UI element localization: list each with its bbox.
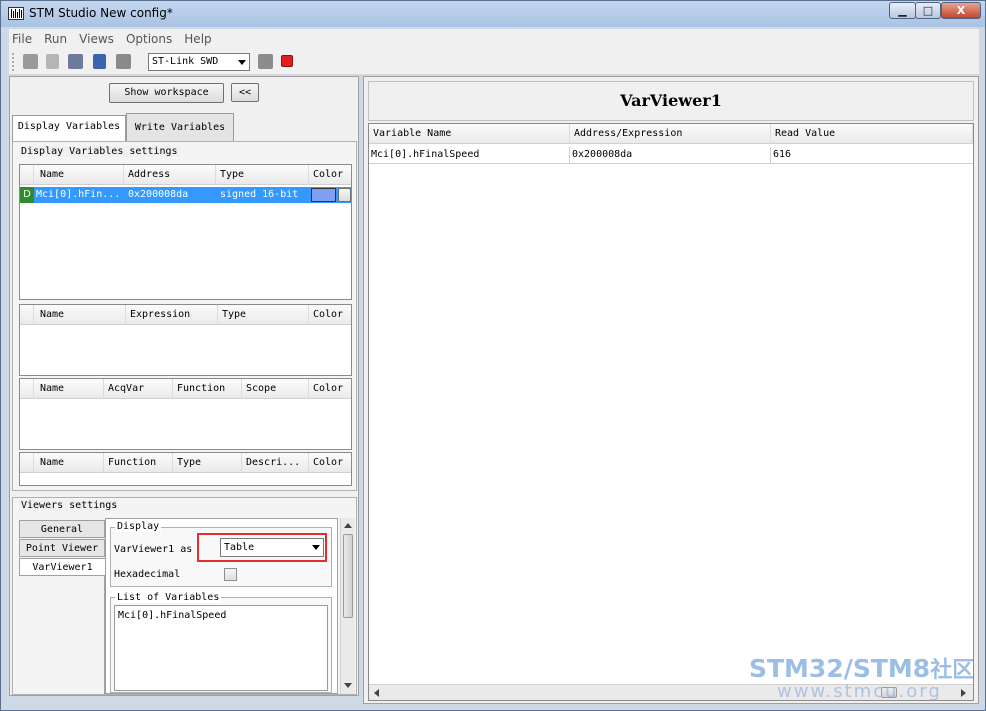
variables-list[interactable]: Mci[0].hFinalSpeed [114, 605, 328, 691]
menu-run[interactable]: Run [41, 29, 70, 49]
col-name[interactable]: Name [34, 305, 126, 325]
col-expression[interactable]: Expression [126, 305, 218, 325]
viewer-tab-varviewer1[interactable]: VarViewer1 [19, 558, 105, 576]
table-row[interactable]: D Mci[0].hFin... 0x200008da signed 16-bi… [20, 187, 351, 203]
watermark-url: www.stmcu.org [777, 681, 942, 702]
col-name[interactable]: Name [34, 379, 104, 399]
variables-list-group: List of Variables Mci[0].hFinalSpeed [110, 592, 332, 693]
probe-select-value: ST-Link SWD [152, 56, 219, 67]
col-name[interactable]: Name [34, 165, 124, 185]
scroll-down-icon[interactable] [344, 683, 352, 688]
open-folder-icon[interactable] [23, 54, 38, 69]
viewers-settings-panel: Viewers settings General Point Viewer Va… [12, 497, 357, 695]
scroll-up-icon[interactable] [344, 523, 352, 528]
row-name: Mci[0].hFin... [36, 189, 121, 200]
col-name[interactable]: Name [34, 453, 104, 473]
viewers-settings-label: Viewers settings [19, 500, 120, 511]
col-acqvar[interactable]: AcqVar [104, 379, 173, 399]
app-window: STM Studio New config* ▁ □ X File Run Vi… [0, 0, 986, 711]
watermark-logo: STM32/STM8社区 [749, 654, 975, 683]
col-color[interactable]: Color [309, 453, 351, 473]
row-read-value: 616 [773, 149, 792, 160]
col-type[interactable]: Type [216, 165, 309, 185]
view-as-select[interactable]: Table [220, 538, 324, 557]
col-type[interactable]: Type [218, 305, 309, 325]
col-read-value[interactable]: Read Value [771, 124, 973, 144]
viewer-table: Variable Name Address/Expression Read Va… [368, 123, 974, 701]
maximize-button[interactable]: □ [915, 2, 941, 19]
col-function[interactable]: Function [173, 379, 242, 399]
function-table: Name Function Type Descri... Color [19, 452, 352, 486]
col-type[interactable]: Type [173, 453, 242, 473]
scroll-thumb[interactable] [343, 534, 353, 618]
col-address[interactable]: Address [124, 165, 216, 185]
display-variables-panel: Display Variables settings Name Address … [12, 141, 357, 491]
varviewer-panel: VarViewer1 Variable Name Address/Express… [363, 76, 979, 704]
col-color[interactable]: Color [309, 379, 351, 399]
export-icon[interactable] [116, 54, 131, 69]
row-address: 0x200008da [128, 189, 189, 200]
col-color[interactable]: Color [309, 165, 351, 185]
menu-file[interactable]: File [9, 29, 35, 49]
row-address: 0x200008da [570, 147, 771, 163]
view-as-label: VarViewer1 as [114, 544, 193, 555]
viewer-settings-scrollbar[interactable] [340, 518, 355, 694]
menu-bar: File Run Views Options Help [9, 29, 979, 49]
col-color[interactable]: Color [309, 305, 351, 325]
variables-table: Name Address Type Color D Mci[0].hFin...… [19, 164, 352, 300]
acquisition-table: Name AcqVar Function Scope Color [19, 378, 352, 450]
title-bar: STM Studio New config* ▁ □ X [1, 1, 985, 27]
close-button[interactable]: X [941, 2, 981, 19]
list-item[interactable]: Mci[0].hFinalSpeed [116, 608, 226, 624]
col-variable-name[interactable]: Variable Name [369, 124, 570, 144]
tab-display-variables[interactable]: Display Variables [12, 115, 126, 141]
workspace-panel: Show workspace << Display Variables Writ… [9, 76, 359, 696]
probe-select[interactable]: ST-Link SWD [148, 53, 250, 71]
save-all-icon[interactable] [68, 54, 83, 69]
toolbar-grip[interactable] [12, 53, 16, 71]
color-picker-button[interactable] [338, 188, 351, 202]
viewer-settings-content: Display VarViewer1 as Table Hexadecimal … [105, 518, 338, 694]
viewer-title: VarViewer1 [368, 81, 974, 121]
app-logo-icon [8, 7, 24, 20]
viewer-tab-general[interactable]: General [19, 520, 105, 538]
view-as-select-value: Table [224, 542, 255, 553]
chevron-down-icon [238, 60, 246, 65]
variables-list-label: List of Variables [115, 592, 222, 603]
scroll-left-icon[interactable] [374, 689, 379, 697]
expressions-table: Name Expression Type Color [19, 304, 352, 376]
color-swatch[interactable] [311, 188, 336, 202]
stop-icon[interactable] [281, 55, 293, 67]
window-title: STM Studio New config* [29, 6, 173, 20]
hexadecimal-label: Hexadecimal [114, 569, 181, 580]
viewer-tab-point-viewer[interactable]: Point Viewer [19, 539, 105, 557]
col-address-expression[interactable]: Address/Expression [570, 124, 771, 144]
col-function[interactable]: Function [104, 453, 173, 473]
display-settings-label: Display Variables settings [19, 146, 180, 157]
hexadecimal-checkbox[interactable] [224, 568, 237, 581]
save-icon[interactable] [93, 54, 106, 69]
display-group: Display VarViewer1 as Table Hexadecimal [110, 521, 332, 587]
import-icon[interactable] [258, 54, 273, 69]
chevron-down-icon [312, 545, 320, 550]
new-file-icon[interactable] [46, 54, 59, 69]
display-badge: D [20, 187, 34, 203]
viewer-table-header: Variable Name Address/Expression Read Va… [369, 124, 973, 144]
tab-write-variables[interactable]: Write Variables [126, 113, 234, 141]
col-scope[interactable]: Scope [242, 379, 309, 399]
row-variable-name: Mci[0].hFinalSpeed [369, 147, 570, 163]
menu-help[interactable]: Help [181, 29, 214, 49]
scroll-right-icon[interactable] [961, 689, 966, 697]
toolbar: ST-Link SWD [9, 49, 979, 75]
collapse-button[interactable]: << [231, 83, 259, 102]
menu-options[interactable]: Options [123, 29, 175, 49]
minimize-button[interactable]: ▁ [889, 2, 916, 19]
show-workspace-button[interactable]: Show workspace [109, 83, 224, 103]
variables-table-header: Name Address Type Color [20, 165, 351, 185]
display-group-label: Display [115, 521, 162, 532]
row-type: signed 16-bit [220, 189, 299, 200]
table-row[interactable]: Mci[0].hFinalSpeed 0x200008da 616 [369, 146, 973, 164]
menu-views[interactable]: Views [76, 29, 117, 49]
col-description[interactable]: Descri... [242, 453, 309, 473]
